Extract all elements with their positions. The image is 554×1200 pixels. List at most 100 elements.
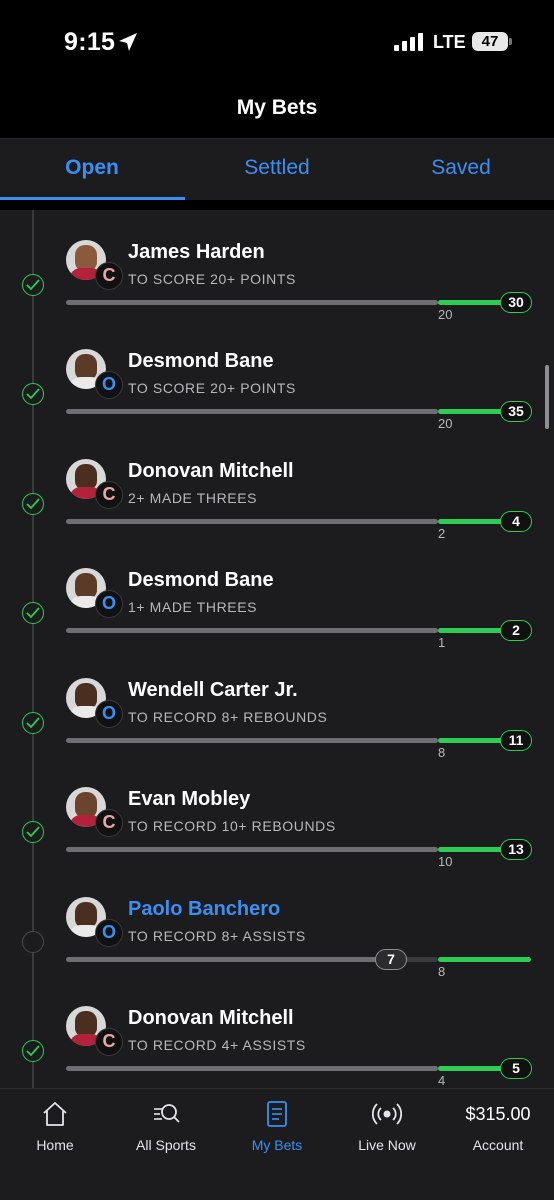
current-stat-badge: 30 (500, 292, 532, 313)
progress-over-line (438, 738, 504, 743)
bottom-navigation: Home All Sports My Bets Live Now $315.00… (0, 1088, 554, 1200)
player-name-link[interactable]: Paolo Banchero (128, 898, 280, 921)
status-time: 9:15 (64, 28, 116, 56)
progress-over-line (438, 1066, 504, 1071)
tab-saved[interactable]: Saved (369, 139, 553, 201)
progress-track (66, 738, 438, 743)
tab-settled[interactable]: Settled (185, 139, 369, 201)
team-logo-icon: O (95, 700, 123, 728)
current-stat-badge: 5 (500, 1058, 532, 1079)
bet-leg[interactable]: C Donovan Mitchell 2+ MADE THREES 2 4 (0, 439, 554, 548)
bet-leg[interactable]: O Desmond Bane TO SCORE 20+ POINTS 20 35 (0, 329, 554, 438)
current-stat-badge: 4 (500, 511, 532, 532)
bet-market: TO RECORD 4+ ASSISTS (128, 1037, 306, 1053)
progress-track (66, 409, 438, 414)
progress-over-line (438, 628, 504, 633)
progress-over-line (438, 409, 504, 414)
bet-slip-icon (267, 1101, 287, 1127)
progress-over-line (438, 519, 504, 524)
current-stat-badge: 13 (500, 839, 532, 860)
bet-leg[interactable]: O Desmond Bane 1+ MADE THREES 1 2 (0, 548, 554, 657)
completed-check-icon (22, 821, 44, 843)
team-logo-icon: C (95, 809, 123, 837)
team-logo-icon: O (95, 919, 123, 947)
player-name: James Harden (128, 241, 265, 263)
bet-leg[interactable]: O Wendell Carter Jr. TO RECORD 8+ REBOUN… (0, 658, 554, 767)
scrollbar-thumb[interactable] (545, 365, 549, 429)
target-zone (438, 957, 531, 962)
player-name: Desmond Bane (128, 569, 274, 591)
completed-check-icon (22, 1040, 44, 1062)
home-icon (43, 1102, 67, 1126)
bet-leg[interactable]: C Evan Mobley TO RECORD 10+ REBOUNDS 10 … (0, 767, 554, 876)
completed-check-icon (22, 602, 44, 624)
pending-status-icon (22, 931, 44, 953)
target-line-value: 10 (438, 854, 453, 869)
completed-check-icon (22, 274, 44, 296)
bet-market: 2+ MADE THREES (128, 490, 258, 506)
nav-live-now[interactable]: Live Now (332, 1099, 442, 1153)
player-name: Donovan Mitchell (128, 1007, 294, 1029)
current-stat-badge: 11 (500, 730, 532, 751)
nav-account-label: Account (472, 1137, 524, 1153)
player-name: Desmond Bane (128, 350, 274, 372)
battery-tip (509, 38, 512, 45)
progress-track (66, 847, 438, 852)
current-stat-badge: 7 (375, 949, 407, 970)
bet-market: TO SCORE 20+ POINTS (128, 271, 296, 287)
team-logo-icon: C (95, 1028, 123, 1056)
nav-home[interactable]: Home (0, 1099, 110, 1153)
nav-live-now-label: Live Now (358, 1137, 416, 1153)
bet-market: TO RECORD 8+ REBOUNDS (128, 709, 328, 725)
search-icon (154, 1104, 180, 1123)
target-line-value: 4 (438, 1073, 446, 1088)
network-type: LTE (433, 32, 466, 52)
progress-track (66, 628, 438, 633)
bet-leg[interactable]: C Donovan Mitchell TO RECORD 4+ ASSISTS … (0, 986, 554, 1088)
progress-track (66, 519, 438, 524)
bet-market: 1+ MADE THREES (128, 599, 258, 615)
target-line-value: 20 (438, 307, 453, 322)
page-header: My Bets (0, 80, 554, 138)
target-line-value: 1 (438, 635, 446, 650)
progress-over-line (438, 847, 504, 852)
nav-my-bets-label: My Bets (251, 1137, 303, 1153)
progress-track (66, 300, 438, 305)
completed-check-icon (22, 383, 44, 405)
target-line-value: 20 (438, 416, 453, 431)
progress-track (66, 1066, 438, 1071)
nav-all-sports[interactable]: All Sports (111, 1099, 221, 1153)
current-stat-badge: 35 (500, 401, 532, 422)
status-bar: 9:15 LTE 47 (0, 0, 554, 80)
cellular-signal-icon (394, 33, 423, 51)
nav-account[interactable]: $315.00 Account (443, 1099, 553, 1153)
current-stat-badge: 2 (500, 620, 532, 641)
progress-track (66, 957, 386, 962)
bet-market: TO RECORD 8+ ASSISTS (128, 928, 306, 944)
bet-leg-pending[interactable]: O Paolo Banchero TO RECORD 8+ ASSISTS 8 … (0, 877, 554, 986)
player-name: Evan Mobley (128, 788, 251, 810)
target-line-value: 8 (438, 964, 446, 979)
player-name: Wendell Carter Jr. (128, 679, 298, 701)
nav-home-label: Home (36, 1137, 74, 1153)
battery-icon: 47 (472, 32, 508, 51)
player-name: Donovan Mitchell (128, 460, 294, 482)
target-line-value: 8 (438, 745, 446, 760)
progress-over-line (438, 300, 504, 305)
bet-market: TO RECORD 10+ REBOUNDS (128, 818, 336, 834)
completed-check-icon (22, 493, 44, 515)
account-balance: $315.00 (465, 1104, 531, 1124)
bet-list[interactable]: C James Harden TO SCORE 20+ POINTS 20 30… (0, 210, 554, 1088)
nav-all-sports-label: All Sports (136, 1137, 196, 1153)
active-tab-indicator (0, 197, 185, 200)
team-logo-icon: C (95, 481, 123, 509)
page-title: My Bets (236, 96, 318, 119)
nav-my-bets[interactable]: My Bets (222, 1099, 332, 1153)
team-logo-icon: O (95, 590, 123, 618)
team-logo-icon: C (95, 262, 123, 290)
location-arrow-icon (119, 33, 137, 51)
bet-tabs: Open Settled Saved (0, 138, 554, 200)
bet-leg[interactable]: C James Harden TO SCORE 20+ POINTS 20 30 (0, 220, 554, 329)
completed-check-icon (22, 712, 44, 734)
tab-open[interactable]: Open (0, 139, 184, 201)
